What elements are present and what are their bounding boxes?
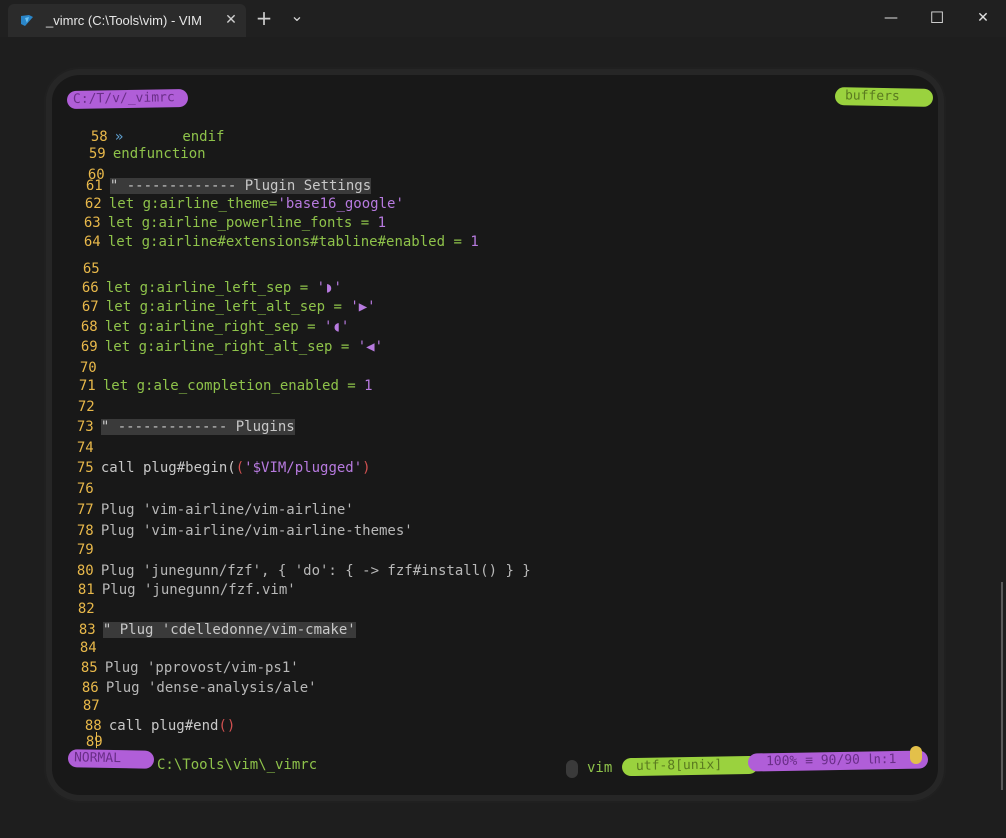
paren: () <box>218 718 236 734</box>
code-line: 81 Plug 'junegunn/fzf.vim' <box>61 560 296 598</box>
code-line: 76 <box>60 459 101 497</box>
number: 1 <box>364 378 373 394</box>
code-line: 82 <box>61 579 102 617</box>
status-position: 100% ≡ 90/90 ㏑:1 <box>747 750 929 772</box>
code-text: call plug#end <box>108 718 219 734</box>
string: ' <box>350 299 359 315</box>
left-triangle-icon: ◀' <box>366 339 384 355</box>
code-line: 73 " ------------- Plugins <box>60 397 295 435</box>
vim-logo-icon <box>21 15 33 26</box>
encoding-label: utf-8[unix] <box>635 757 723 774</box>
number: 1 <box>470 234 479 250</box>
comment-text: " Plug 'cdelledonne/vim-cmake' <box>102 622 356 638</box>
code-text: Plug 'vim-airline/vim-airline-themes' <box>100 523 413 539</box>
paren: ) <box>362 460 371 476</box>
mode-indicator: NORMAL <box>67 749 155 769</box>
code-line: 89 <box>69 712 110 750</box>
code-line: 78 Plug 'vim-airline/vim-airline-themes' <box>60 501 413 539</box>
code-line: 72 <box>61 377 102 415</box>
code-line: 75 call plug#begin(('$VIM/plugged') <box>76 460 371 476</box>
code-line: 68 let g:airline_right_sep = '◖' <box>64 297 349 335</box>
keyword: let <box>102 378 129 394</box>
keyword: let <box>104 339 131 355</box>
code-line: 83 " Plug 'cdelledonne/vim-cmake' <box>62 600 356 638</box>
code-line: 80 Plug 'junegunn/fzf', { 'do': { -> fzf#… <box>60 541 531 579</box>
code-line: 90 <box>71 730 112 768</box>
code-line: 64 let g:airline#extensions#tabline#enabl… <box>67 212 479 250</box>
code-line: 79 <box>60 520 101 558</box>
code-line: 85 Plug 'pprovost/vim-ps1' <box>64 638 299 676</box>
maximize-button[interactable]: ☐ <box>914 0 960 36</box>
code-line: 67 let g:airline_left_alt_sep = '▶' <box>65 277 376 315</box>
variable: g:ale_completion_enabled = <box>128 378 365 394</box>
tabline-buffers-label: buffers <box>844 88 900 105</box>
keyword: let <box>107 234 134 250</box>
tabline-buffer-label: C:/T/v/_vimrc <box>72 90 175 107</box>
status-filetype: vim <box>587 760 613 776</box>
status-encoding: utf-8[unix] <box>621 755 759 777</box>
variable: g:airline#extensions#tabline#enabled = <box>133 234 471 250</box>
minimize-button[interactable]: — <box>868 0 914 36</box>
code-line: 65 <box>66 239 107 277</box>
scrollbar[interactable] <box>1001 582 1003 790</box>
code-line: 74 <box>60 418 101 456</box>
status-separator-icon <box>566 760 578 778</box>
tab-vimrc[interactable]: _vimrc (C:\Tools\vim) - VIM ✕ <box>8 4 246 37</box>
text-cursor <box>96 732 97 748</box>
title-bar: _vimrc (C:\Tools\vim) - VIM ✕ + ⌄ — ☐ ✕ <box>0 0 1006 37</box>
code-line: 70 <box>63 338 104 376</box>
code-text: call plug#begin( <box>100 460 236 476</box>
mode-label: NORMAL <box>73 750 122 767</box>
code-line: 66 let g:airline_left_sep = '◗' <box>65 258 342 296</box>
code-line: 61 " ------------- Plugin Settings <box>69 156 372 194</box>
code-line: 69 let g:airline_right_alt_sep = '◀' <box>64 317 383 355</box>
code-line: 87 <box>66 676 107 714</box>
close-tab-icon[interactable]: ✕ <box>222 11 240 29</box>
code-text: Plug 'dense-analysis/ale' <box>105 680 317 696</box>
code-line: 62 let g:airline_theme='base16_google' <box>68 174 404 212</box>
code-line: 59 endfunction <box>72 124 206 162</box>
new-tab-button[interactable]: + <box>252 6 276 30</box>
status-file-path: C:\Tools\vim\_vimrc <box>157 757 318 773</box>
code-line: 71 let g:ale_completion_enabled = 1 <box>62 356 373 394</box>
status-end-cap-icon <box>910 746 922 764</box>
tab-dropdown-button[interactable]: ⌄ <box>285 6 309 30</box>
position-label: 100% ≡ 90/90 ㏑:1 <box>765 751 897 770</box>
string: '$VIM/plugged' <box>244 460 363 476</box>
code-line: 77 Plug 'vim-airline/vim-airline' <box>60 480 354 518</box>
right-triangle-icon: ▶' <box>358 299 376 315</box>
variable: g:airline_right_alt_sep = <box>130 339 358 355</box>
code-line: 63 let g:airline_powerline_fonts = 1 <box>67 193 386 231</box>
tab-title: _vimrc (C:\Tools\vim) - VIM <box>46 13 202 28</box>
close-window-button[interactable]: ✕ <box>960 0 1006 36</box>
code-text: Plug 'junegunn/fzf.vim' <box>101 582 296 598</box>
code-line: 84 <box>63 618 104 656</box>
tabline-buffers[interactable]: buffers <box>834 87 934 107</box>
code-line: 86 Plug 'dense-analysis/ale' <box>65 658 317 696</box>
comment-text: " ------------- Plugins <box>100 419 295 435</box>
string: ' <box>357 339 367 355</box>
